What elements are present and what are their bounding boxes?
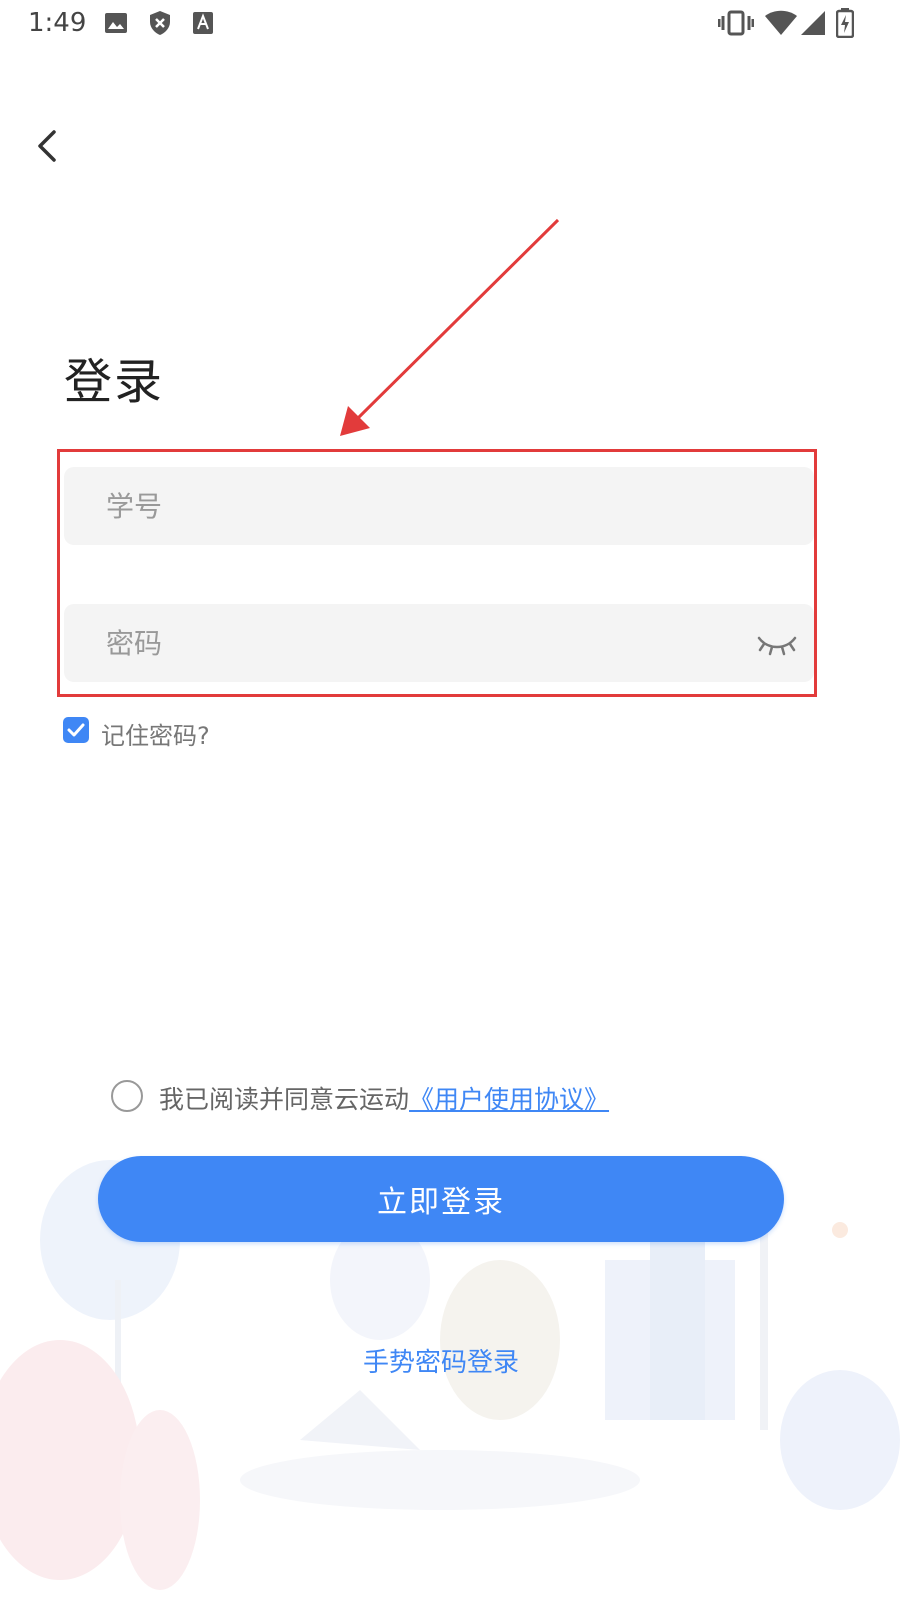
user-agreement-link[interactable]: 《用户使用协议》 xyxy=(409,1085,609,1114)
battery-charging-icon xyxy=(836,8,854,38)
vibrate-icon xyxy=(718,10,754,36)
shield-x-icon xyxy=(150,11,170,35)
student-id-field[interactable] xyxy=(64,467,814,545)
status-time: 1:49 xyxy=(28,8,87,38)
login-button[interactable]: 立即登录 xyxy=(98,1156,784,1242)
signal-icon xyxy=(801,11,825,35)
wifi-icon xyxy=(765,10,797,35)
remember-password-checkbox[interactable] xyxy=(63,717,89,743)
agreement-text: 我已阅读并同意云运动《用户使用协议》 xyxy=(159,1080,609,1116)
student-id-input[interactable] xyxy=(104,488,774,524)
annotation-arrow xyxy=(340,218,560,436)
text-a-icon xyxy=(193,12,213,34)
check-icon xyxy=(67,723,85,737)
status-bar: 1:49 xyxy=(0,0,900,48)
eye-closed-icon[interactable] xyxy=(756,630,798,658)
password-input[interactable] xyxy=(104,625,774,661)
page-title: 登录 xyxy=(64,354,165,410)
password-field[interactable] xyxy=(64,604,814,682)
remember-password-label[interactable]: 记住密码? xyxy=(101,716,210,751)
back-button[interactable] xyxy=(30,122,70,170)
chevron-left-icon xyxy=(38,130,56,162)
agreement-radio[interactable] xyxy=(111,1080,143,1112)
gesture-password-login-link[interactable]: 手势密码登录 xyxy=(0,1342,882,1379)
agreement-label: 我已阅读并同意云运动 xyxy=(159,1085,410,1114)
image-icon xyxy=(105,13,127,33)
